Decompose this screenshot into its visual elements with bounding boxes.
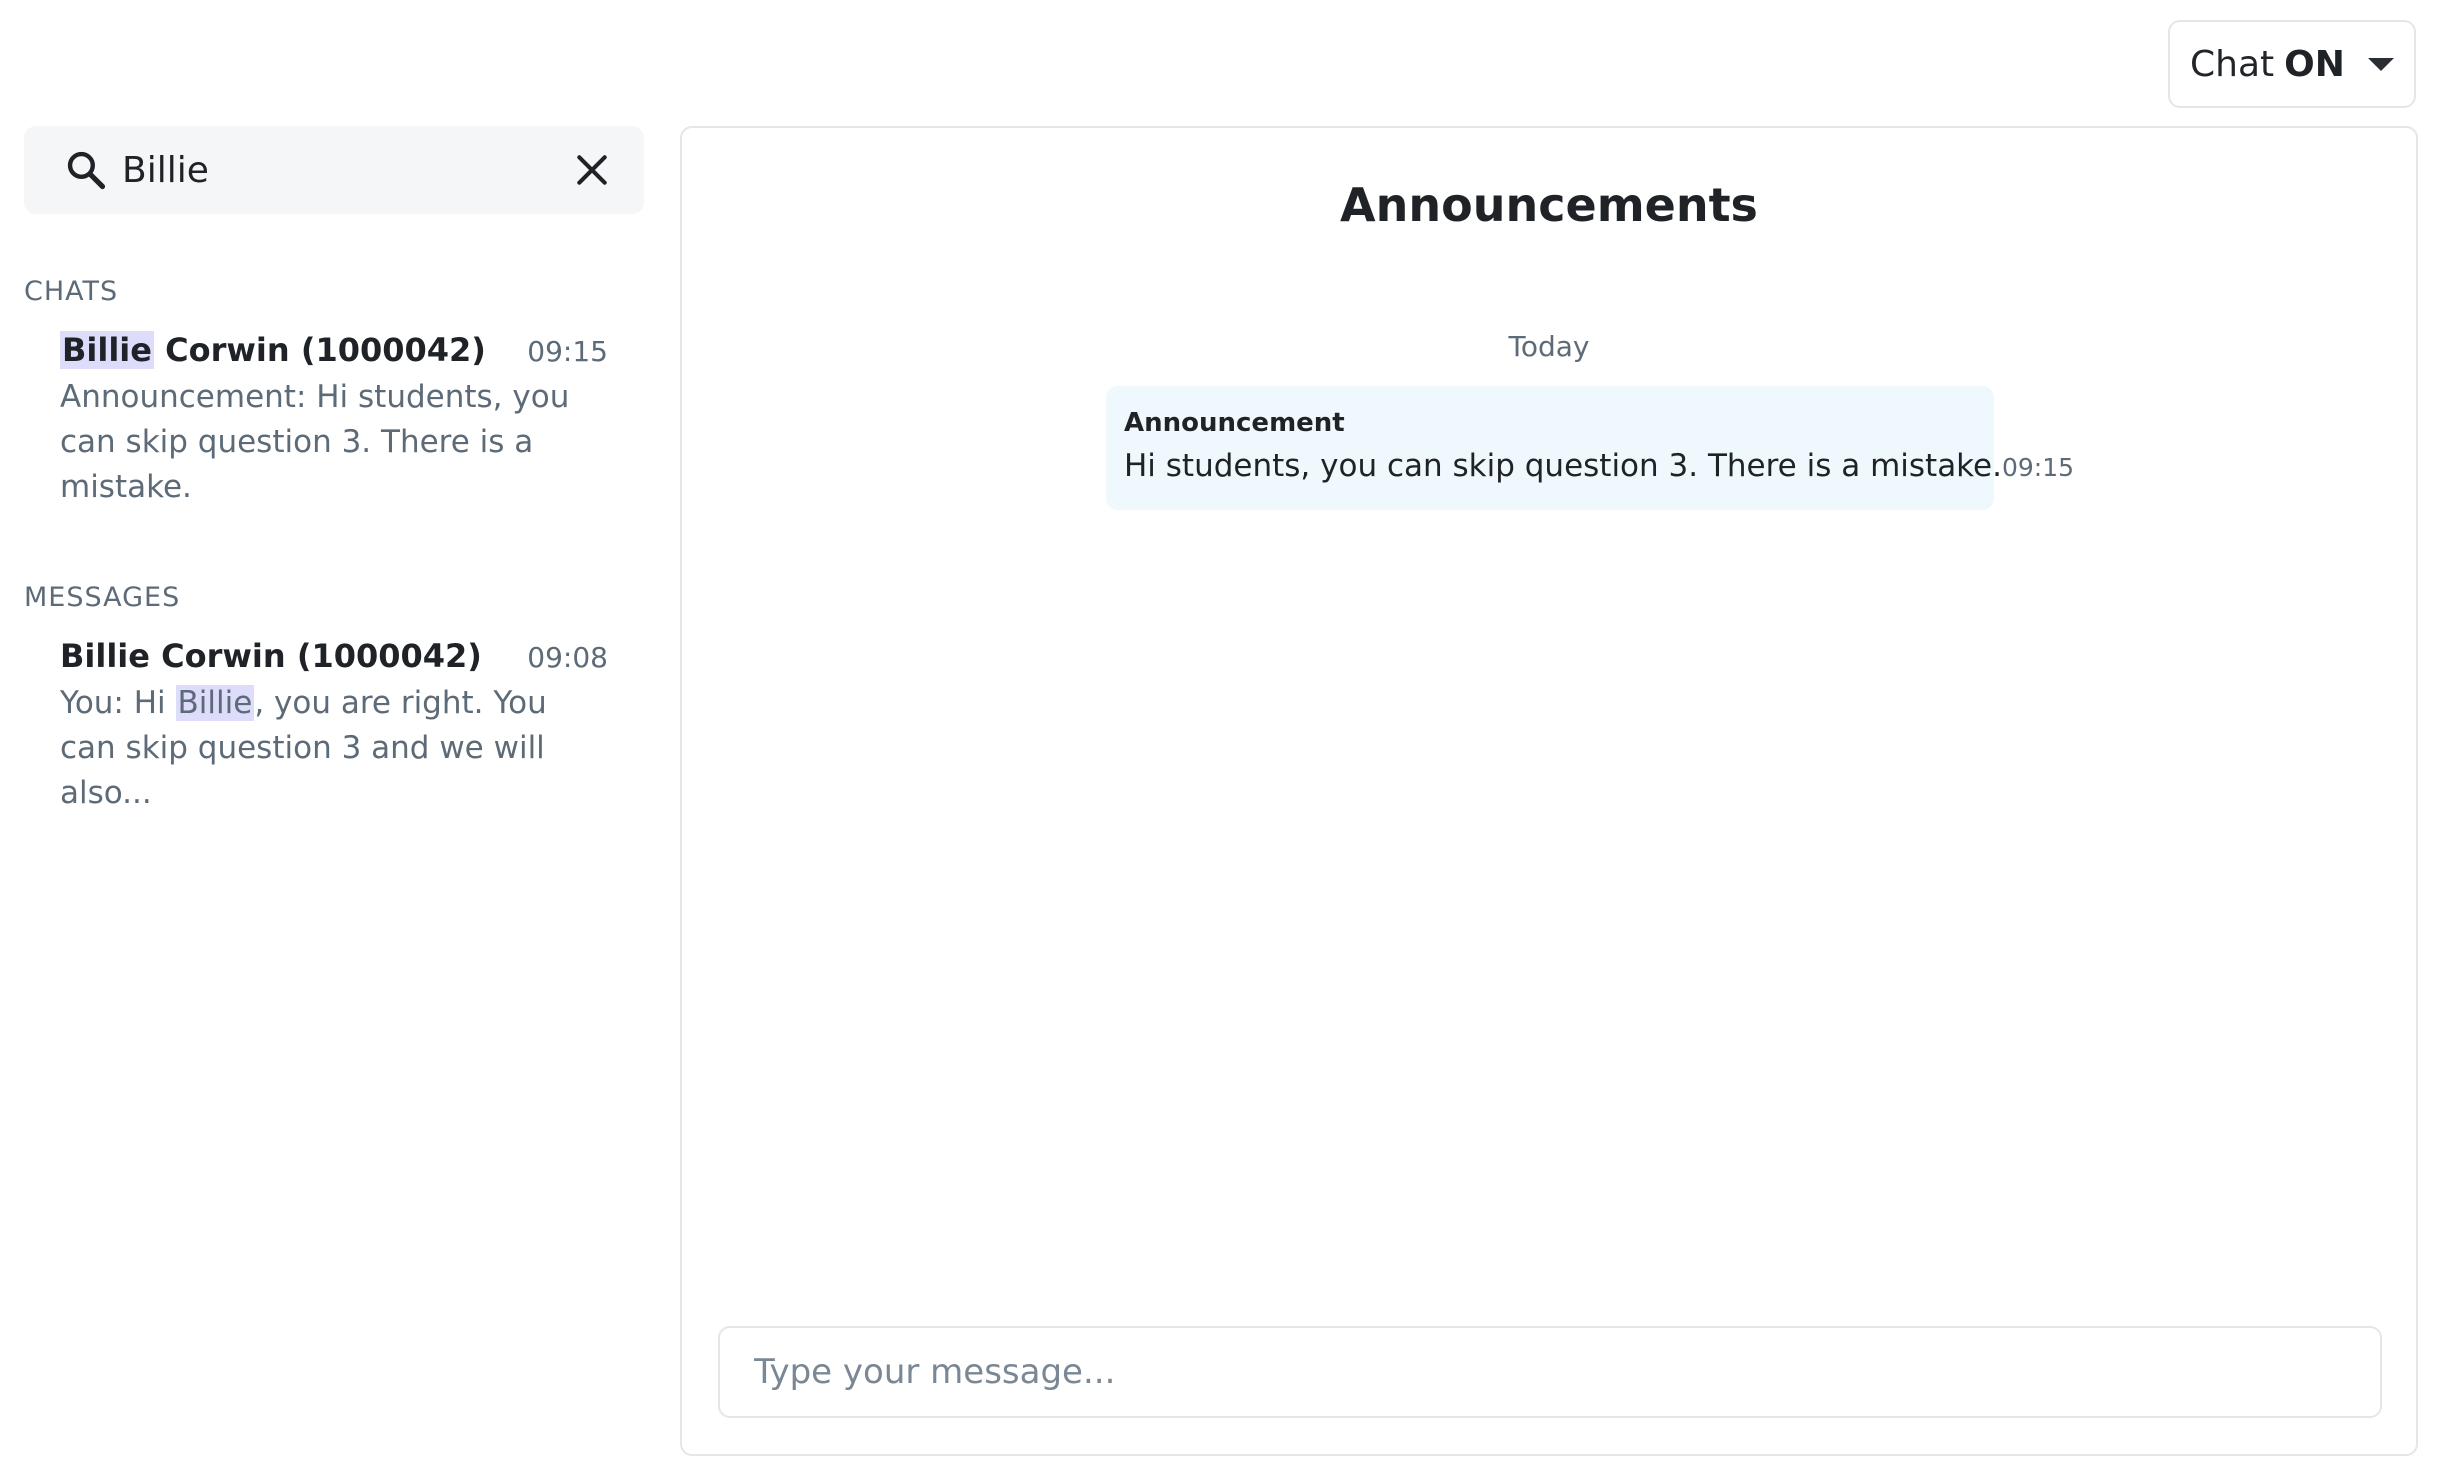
message-preview-start: You: Hi (60, 685, 176, 721)
conversation-title: Announcements (1340, 178, 1758, 232)
message-result-header: Billie Corwin (1000042) 09:08 (60, 637, 608, 675)
message-sender: Announcement (1124, 408, 1345, 438)
chats-section-title: CHATS (24, 276, 119, 307)
message-result-preview: You: Hi Billie, you are right. You can s… (60, 681, 608, 816)
chat-sidebar: Billie CHATS Billie Corwin (1000042) 09:… (24, 126, 644, 1456)
chat-status-dropdown[interactable]: Chat ON (2168, 20, 2416, 108)
chat-status-label: Chat (2190, 43, 2275, 85)
conversation-panel: Announcements Today Announcement Hi stud… (680, 126, 2418, 1456)
message-text: Hi students, you can skip question 3. Th… (1124, 448, 2002, 484)
message-composer (718, 1326, 2382, 1418)
message-result-time: 09:08 (527, 641, 608, 674)
chat-result-item[interactable]: Billie Corwin (1000042) 09:15 Announceme… (24, 331, 644, 510)
chat-result-name-rest: Corwin (1000042) (153, 331, 486, 369)
chat-result-preview: Announcement: Hi students, you can skip … (60, 379, 570, 505)
message-input[interactable] (720, 1328, 2380, 1416)
chat-result-name: Billie Corwin (1000042) (60, 331, 486, 369)
search-highlight: Billie (175, 685, 255, 721)
search-icon (62, 146, 110, 194)
message-body-row: Hi students, you can skip question 3. Th… (1124, 448, 2074, 484)
caret-down-icon (2368, 57, 2394, 71)
day-separator: Today (1508, 330, 1590, 363)
message-time: 09:15 (2001, 453, 2075, 482)
messages-section-title: MESSAGES (24, 582, 181, 613)
search-box: Billie (24, 126, 644, 214)
message-result-name: Billie Corwin (1000042) (60, 637, 482, 675)
message-bubble: Announcement Hi students, you can skip q… (1106, 386, 2074, 510)
chat-status-value: ON (2284, 43, 2345, 85)
chat-result-time: 09:15 (527, 335, 608, 368)
search-highlight: Billie (60, 331, 154, 369)
chat-result-header: Billie Corwin (1000042) 09:15 (60, 331, 608, 369)
search-input[interactable]: Billie (122, 150, 568, 191)
message-result-item[interactable]: Billie Corwin (1000042) 09:08 You: Hi Bi… (24, 637, 644, 816)
close-icon[interactable] (568, 146, 616, 194)
